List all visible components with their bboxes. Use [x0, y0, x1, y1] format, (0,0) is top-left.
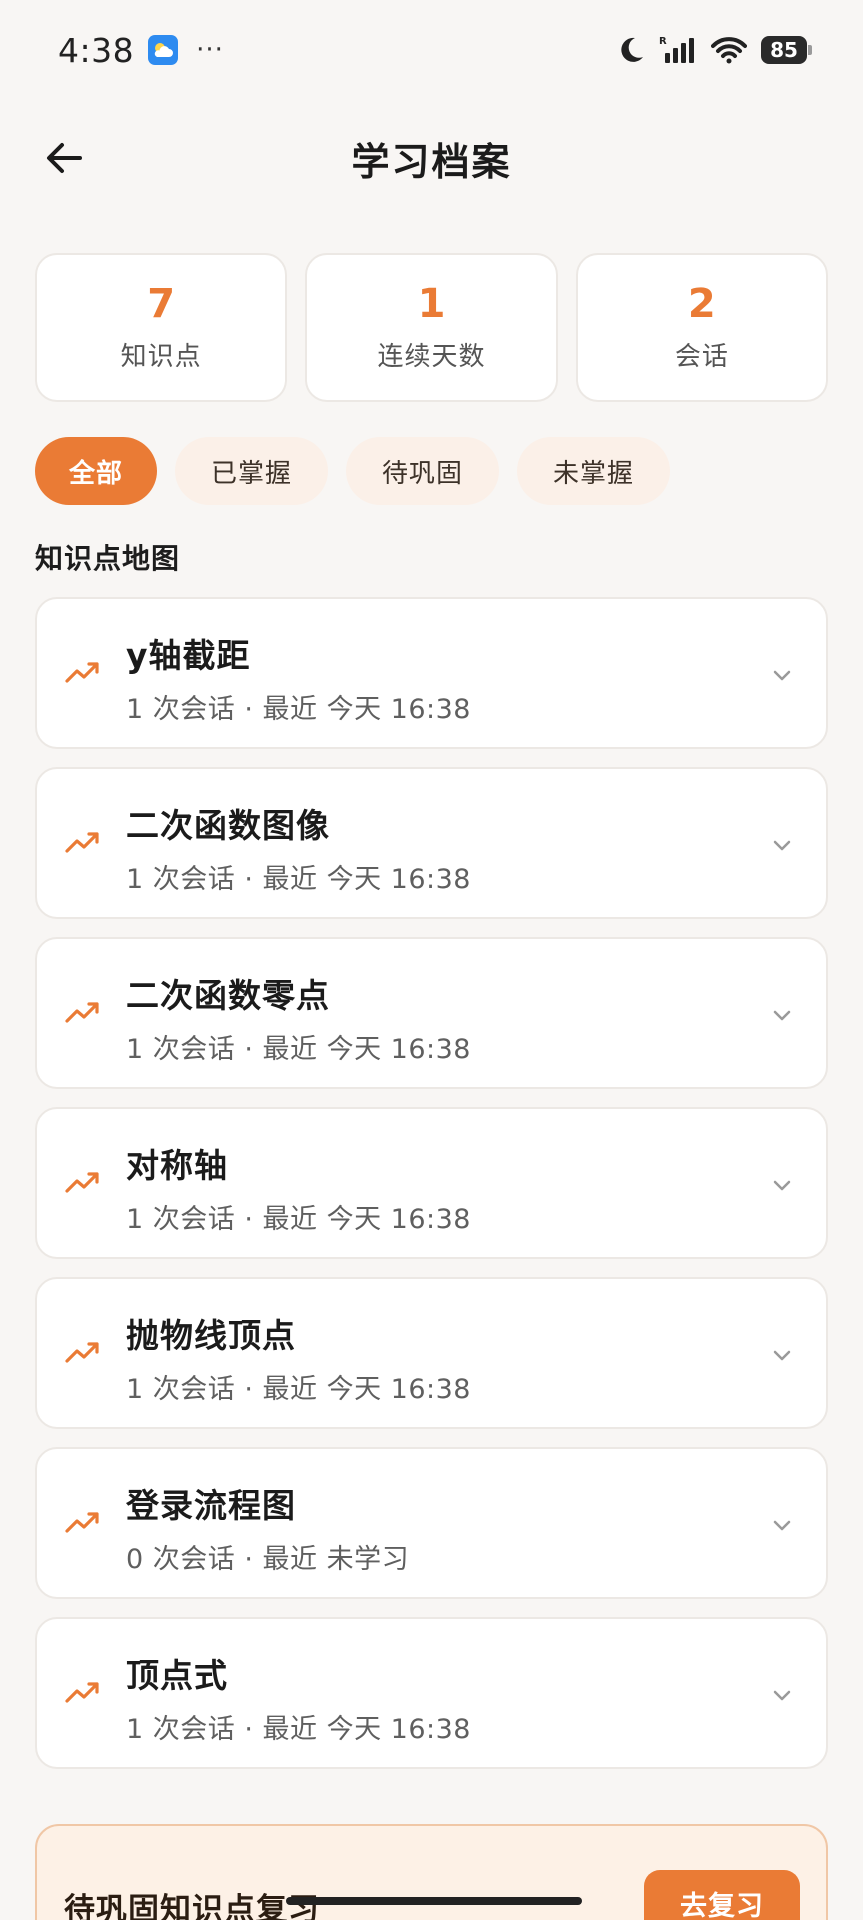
- knowledge-point-item[interactable]: 登录流程图 0 次会话 · 最近 未学习: [35, 1447, 828, 1599]
- stat-card-knowledge-points: 7 知识点: [35, 253, 288, 402]
- filter-not-mastered[interactable]: 未掌握: [517, 437, 671, 505]
- moon-icon: [621, 37, 643, 62]
- stat-value: 1: [417, 281, 446, 327]
- stats-row: 7 知识点 1 连续天数 2 会话: [35, 253, 828, 402]
- knowledge-point-meta: 0 次会话 · 最近 未学习: [126, 1544, 410, 1575]
- status-time: 4:38: [58, 30, 135, 70]
- more-dots-icon: ···: [196, 35, 224, 65]
- chevron-down-icon[interactable]: [768, 661, 796, 689]
- stat-label: 连续天数: [377, 342, 486, 372]
- filter-chips: 全部 已掌握 待巩固 未掌握: [35, 437, 671, 505]
- status-right: R 85: [617, 35, 812, 65]
- chevron-down-icon[interactable]: [768, 1681, 796, 1709]
- knowledge-point-item[interactable]: y轴截距 1 次会话 · 最近 今天 16:38: [35, 597, 828, 749]
- review-banner: 待巩固知识点复习 去复习: [35, 1824, 828, 1920]
- knowledge-point-name: 顶点式: [126, 1656, 228, 1695]
- status-left: 4:38 ···: [58, 31, 224, 70]
- trend-up-icon: [65, 1512, 99, 1533]
- weather-icon: [148, 35, 179, 65]
- knowledge-point-name: 二次函数图像: [126, 806, 330, 845]
- header: 学习档案: [0, 120, 863, 196]
- trend-up-icon: [65, 1002, 99, 1023]
- knowledge-point-item[interactable]: 抛物线顶点 1 次会话 · 最近 今天 16:38: [35, 1277, 828, 1429]
- knowledge-point-name: 抛物线顶点: [126, 1316, 296, 1355]
- svg-text:R: R: [659, 36, 667, 47]
- home-indicator[interactable]: [286, 1897, 582, 1905]
- section-title: 知识点地图: [35, 542, 181, 575]
- battery-icon: 85: [761, 36, 812, 64]
- knowledge-point-item[interactable]: 顶点式 1 次会话 · 最近 今天 16:38: [35, 1617, 828, 1769]
- trend-up-icon: [65, 1342, 99, 1363]
- knowledge-point-meta: 1 次会话 · 最近 今天 16:38: [126, 1374, 471, 1405]
- stat-value: 2: [687, 281, 716, 327]
- knowledge-point-name: 对称轴: [126, 1146, 228, 1185]
- status-bar: 4:38 ··· R 85: [0, 0, 863, 100]
- arrow-left-icon: [47, 143, 82, 173]
- stat-card-streak-days: 1 连续天数: [305, 253, 558, 402]
- knowledge-point-name: y轴截距: [126, 636, 251, 675]
- knowledge-point-meta: 1 次会话 · 最近 今天 16:38: [126, 1714, 471, 1745]
- chevron-down-icon[interactable]: [768, 831, 796, 859]
- knowledge-point-item[interactable]: 二次函数图像 1 次会话 · 最近 今天 16:38: [35, 767, 828, 919]
- knowledge-point-item[interactable]: 对称轴 1 次会话 · 最近 今天 16:38: [35, 1107, 828, 1259]
- page-title: 学习档案: [351, 139, 512, 184]
- chevron-down-icon[interactable]: [768, 1001, 796, 1029]
- knowledge-point-item[interactable]: 二次函数零点 1 次会话 · 最近 今天 16:38: [35, 937, 828, 1089]
- trend-up-icon: [65, 832, 99, 853]
- trend-up-icon: [65, 1682, 99, 1703]
- stat-label: 会话: [674, 342, 729, 372]
- review-title: 待巩固知识点复习: [64, 1892, 320, 1920]
- knowledge-point-name: 登录流程图: [126, 1486, 296, 1525]
- filter-all[interactable]: 全部: [35, 437, 158, 505]
- filter-to-consolidate[interactable]: 待巩固: [346, 437, 500, 505]
- trend-up-icon: [65, 662, 99, 683]
- stat-value: 7: [147, 281, 176, 327]
- back-button[interactable]: [38, 132, 90, 184]
- trend-up-icon: [65, 1172, 99, 1193]
- chevron-down-icon[interactable]: [768, 1341, 796, 1369]
- knowledge-point-meta: 1 次会话 · 最近 今天 16:38: [126, 1204, 471, 1235]
- knowledge-point-name: 二次函数零点: [126, 976, 330, 1015]
- go-review-button[interactable]: 去复习: [644, 1870, 800, 1920]
- chevron-down-icon[interactable]: [768, 1511, 796, 1539]
- signal-icon: R: [659, 36, 694, 63]
- chevron-down-icon[interactable]: [768, 1171, 796, 1199]
- stat-label: 知识点: [120, 342, 202, 372]
- knowledge-point-meta: 1 次会话 · 最近 今天 16:38: [126, 694, 471, 725]
- knowledge-point-meta: 1 次会话 · 最近 今天 16:38: [126, 864, 471, 895]
- knowledge-point-list: y轴截距 1 次会话 · 最近 今天 16:38 二次函数图像 1 次会话 · …: [35, 597, 828, 1787]
- wifi-icon: [711, 37, 747, 64]
- filter-mastered[interactable]: 已掌握: [175, 437, 329, 505]
- knowledge-point-meta: 1 次会话 · 最近 今天 16:38: [126, 1034, 471, 1065]
- stat-card-sessions: 2 会话: [575, 253, 828, 402]
